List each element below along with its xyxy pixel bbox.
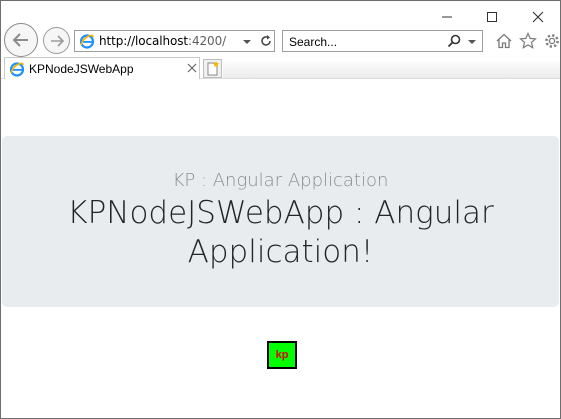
- back-button[interactable]: [4, 23, 38, 57]
- refresh-icon[interactable]: [258, 33, 274, 54]
- home-icon: [496, 33, 512, 49]
- favorites-button[interactable]: [518, 31, 538, 51]
- tab-kpnodejswebapp[interactable]: KPNodeJSWebApp: [4, 57, 200, 79]
- url-text: http://localhost:4200/: [99, 34, 226, 48]
- browser-window: http://localhost:4200/ Search... KPNodeJ…: [0, 0, 561, 419]
- new-tab-icon: [207, 61, 219, 76]
- url-host: http://localhost: [99, 34, 189, 48]
- ie-logo-icon: [9, 61, 25, 82]
- back-arrow-icon: [12, 33, 28, 47]
- address-dropdown-icon[interactable]: [242, 35, 252, 53]
- maximize-button[interactable]: [481, 7, 503, 27]
- search-box[interactable]: Search...: [282, 30, 483, 52]
- star-icon: [519, 32, 537, 49]
- url-port: :4200/: [188, 34, 227, 48]
- kp-badge: kp: [267, 341, 297, 369]
- minimize-icon: [442, 16, 452, 18]
- page-title: KPNodeJSWebApp : Angular Application!: [67, 195, 494, 270]
- new-tab-button[interactable]: [203, 59, 222, 78]
- close-window-button[interactable]: [527, 7, 549, 27]
- tab-strip: KPNodeJSWebApp: [1, 57, 560, 79]
- forward-arrow-icon: [50, 34, 64, 47]
- tab-close-button[interactable]: [186, 61, 198, 80]
- minimize-button[interactable]: [436, 7, 458, 27]
- close-icon: [532, 11, 544, 23]
- search-dropdown-icon[interactable]: [467, 35, 477, 53]
- ie-logo-icon: [79, 33, 95, 54]
- page-subtitle: KP : Angular Application: [172, 170, 389, 191]
- tab-title: KPNodeJSWebApp: [29, 62, 134, 76]
- kp-badge-label: kp: [275, 349, 289, 361]
- forward-button[interactable]: [43, 27, 70, 54]
- search-input[interactable]: Search...: [289, 35, 337, 49]
- address-bar[interactable]: http://localhost:4200/: [74, 30, 275, 52]
- home-button[interactable]: [494, 31, 514, 51]
- jumbotron: KP : Angular Application KPNodeJSWebApp …: [2, 136, 559, 307]
- settings-button[interactable]: [542, 31, 560, 51]
- search-icon[interactable]: [446, 33, 462, 54]
- close-icon: [187, 63, 197, 73]
- maximize-icon: [487, 12, 497, 22]
- gear-icon: [545, 34, 559, 48]
